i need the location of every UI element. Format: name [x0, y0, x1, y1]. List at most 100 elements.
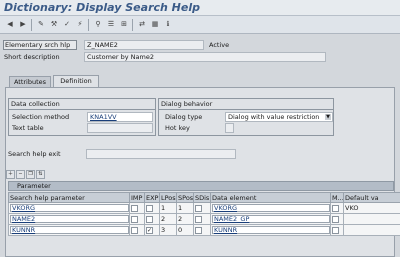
mod-checkbox[interactable] [332, 204, 339, 212]
navigate-icon[interactable]: ⇄ [136, 19, 148, 30]
imp-checkbox[interactable] [131, 215, 138, 223]
mod-checkbox[interactable] [332, 215, 339, 223]
check-icon[interactable]: ✓ [61, 19, 73, 30]
tab-definition[interactable]: Definition [53, 75, 99, 87]
object-list-icon[interactable]: ☰ [105, 19, 117, 30]
data-collection-group: Data collection Selection method KNA1VV … [8, 98, 156, 136]
param-value: NAME2 [10, 215, 129, 223]
dialog-type-dropdown[interactable]: Dialog with value restriction ▼ [225, 112, 333, 122]
elementary-search-help-label: Elementary srch hlp [3, 40, 77, 50]
dialog-behavior-group: Dialog behavior Dialog type Dialog with … [158, 98, 334, 136]
table-row[interactable]: VKORG 1 1 VKORG VKO [8, 202, 400, 214]
title-bar: Dictionary: Display Search Help [0, 0, 400, 16]
dialog-type-value: Dialog with value restriction [228, 113, 320, 121]
column-header[interactable]: Data element [210, 192, 331, 203]
lpos-cell[interactable]: 3 [159, 224, 177, 236]
delete-row-icon[interactable]: − [16, 170, 25, 179]
hierarchy-icon[interactable]: ⊞ [118, 19, 130, 30]
mod-cell[interactable] [330, 213, 344, 225]
status-text: Active [209, 41, 230, 49]
lpos-cell[interactable]: 2 [159, 213, 177, 225]
param-value: VKORG [10, 204, 129, 212]
back-arrow-icon[interactable]: ◀ [4, 19, 16, 30]
column-header[interactable]: Search help parameter [8, 192, 130, 203]
column-header[interactable]: LPos [159, 192, 177, 203]
sort-icon[interactable]: ⇅ [36, 170, 45, 179]
column-header[interactable]: IMP [129, 192, 145, 203]
sdis-checkbox[interactable] [195, 215, 202, 223]
sdis-checkbox[interactable] [195, 204, 202, 212]
column-header[interactable]: EXP [144, 192, 160, 203]
data-element-value: VKORG [212, 204, 330, 212]
where-used-icon[interactable]: ⚲ [92, 19, 104, 30]
window-title: Dictionary: Display Search Help [4, 1, 200, 14]
table-header-row: Search help parameter IMP EXP LPos SPos … [8, 192, 400, 203]
sdis-cell[interactable] [193, 213, 211, 225]
info-icon[interactable]: ℹ [162, 19, 174, 30]
other-object-icon[interactable]: ✎ [35, 19, 47, 30]
display-change-icon[interactable]: ⚒ [48, 19, 60, 30]
grid-toolbar: ＋ − ❐ ⇅ [6, 170, 56, 179]
tab-attributes[interactable]: Attributes [9, 76, 51, 87]
data-element-cell[interactable]: KUNNR [210, 224, 331, 236]
display-icon[interactable]: ▦ [149, 19, 161, 30]
data-element-cell[interactable]: VKORG [210, 202, 331, 214]
exp-cell[interactable]: ✓ [144, 224, 160, 236]
column-header[interactable]: SDis [193, 192, 211, 203]
column-header[interactable]: SPos [176, 192, 194, 203]
param-cell[interactable]: VKORG [8, 202, 130, 214]
exp-checkbox[interactable]: ✓ [146, 226, 153, 234]
spos-cell[interactable]: 2 [176, 213, 194, 225]
column-header[interactable]: Default va [343, 192, 400, 203]
hot-key-field[interactable] [225, 123, 234, 133]
short-description-label: Short description [4, 53, 60, 61]
param-cell[interactable]: KUNNR [8, 224, 130, 236]
copy-row-icon[interactable]: ❐ [26, 170, 35, 179]
insert-row-icon[interactable]: ＋ [6, 170, 15, 179]
short-description-field: Customer by Name2 [84, 52, 326, 62]
column-header[interactable]: M... [330, 192, 344, 203]
imp-cell[interactable] [129, 202, 145, 214]
selection-method-value: KNA1VV [90, 113, 117, 121]
sdis-cell[interactable] [193, 202, 211, 214]
mod-cell[interactable] [330, 224, 344, 236]
hot-key-label: Hot key [165, 124, 190, 132]
default-value-cell[interactable] [343, 213, 400, 225]
activate-icon[interactable]: ⚡ [74, 19, 86, 30]
parameter-grid-caption: Parameter [8, 181, 394, 191]
default-value-cell[interactable] [343, 224, 400, 236]
mod-checkbox[interactable] [332, 226, 339, 234]
mod-cell[interactable] [330, 202, 344, 214]
default-value-cell[interactable]: VKO [343, 202, 400, 214]
text-table-field[interactable] [87, 123, 153, 133]
imp-cell[interactable] [129, 213, 145, 225]
forward-arrow-icon[interactable]: ▶ [17, 19, 29, 30]
table-row[interactable]: KUNNR ✓ 3 0 KUNNR [8, 224, 400, 236]
application-toolbar: ◀ ▶ ✎ ⚒ ✓ ⚡ ⚲ ☰ ⊞ ⇄ ▦ ℹ [0, 16, 400, 34]
toolbar-separator [88, 19, 89, 31]
search-help-exit-field[interactable] [86, 149, 236, 159]
dialog-type-label: Dialog type [165, 113, 203, 121]
imp-checkbox[interactable] [131, 226, 138, 234]
imp-checkbox[interactable] [131, 204, 138, 212]
exp-cell[interactable] [144, 213, 160, 225]
sdis-cell[interactable] [193, 224, 211, 236]
sdis-checkbox[interactable] [195, 226, 202, 234]
selection-method-field[interactable]: KNA1VV [87, 112, 153, 122]
spos-cell[interactable]: 1 [176, 202, 194, 214]
dialog-behavior-title: Dialog behavior [161, 100, 213, 108]
spos-cell[interactable]: 0 [176, 224, 194, 236]
toolbar-separator [31, 19, 32, 31]
param-cell[interactable]: NAME2 [8, 213, 130, 225]
parameter-table: Search help parameter IMP EXP LPos SPos … [8, 192, 400, 236]
toolbar-separator [132, 19, 133, 31]
exp-checkbox[interactable] [146, 204, 153, 212]
chevron-down-icon[interactable]: ▼ [325, 114, 331, 120]
imp-cell[interactable] [129, 224, 145, 236]
data-element-cell[interactable]: NAME2_GP [210, 213, 331, 225]
search-help-name-field: Z_NAME2 [84, 40, 204, 50]
lpos-cell[interactable]: 1 [159, 202, 177, 214]
exp-cell[interactable] [144, 202, 160, 214]
exp-checkbox[interactable] [146, 215, 153, 223]
table-row[interactable]: NAME2 2 2 NAME2_GP [8, 213, 400, 225]
